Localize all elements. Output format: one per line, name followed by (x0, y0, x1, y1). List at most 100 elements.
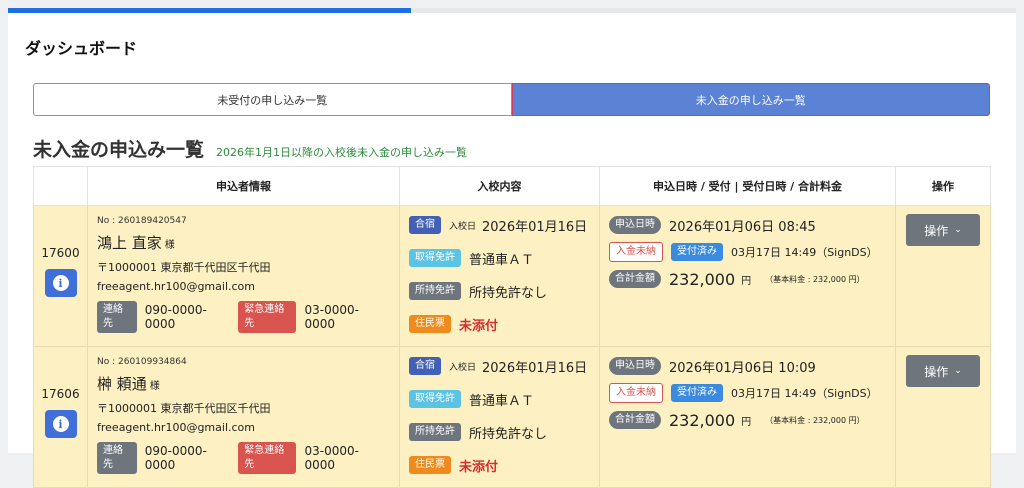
operation-dropdown-button[interactable]: 操作 ⌄ (906, 355, 980, 387)
phone-badge: 連絡先 (97, 442, 137, 474)
total-line: 合計金額 232,000 円 （基本料金 : 232,000 円） (609, 268, 895, 290)
header-applicant: 申込者情報 (87, 166, 400, 206)
section-title: 未入金の申込み一覧 (33, 139, 205, 161)
entry-date-label: 入校日 (449, 221, 477, 232)
applied-line: 申込日時 2026年01月06日 10:09 (609, 355, 895, 377)
applicant-name-line: 榊 頼通様 (97, 373, 391, 394)
header-course: 入校内容 (399, 166, 600, 206)
applied-badge: 申込日時 (609, 357, 661, 375)
honorific: 様 (149, 381, 160, 392)
info-icon: i (52, 275, 69, 291)
table-row: 17606 i No : 260109934864 榊 頼通様 〒1000001… (33, 346, 991, 488)
contact-line: 連絡先 090-0000-0000 緊急連絡先 03-0000-0000 (97, 442, 391, 474)
entry-line: 合宿 入校日 2026年01月16日 (409, 214, 599, 236)
section-subtitle: 2026年1月1日以降の入校後未入金の申し込み一覧 (216, 146, 468, 159)
base-fee: （基本料金 : 232,000 円） (765, 274, 865, 284)
operation-label: 操作 (924, 223, 949, 238)
total-price: 232,000 (669, 410, 736, 430)
table-header-row: 申込者情報 入校内容 申込日時 / 受付 | 受付日時 / 合計料金 操作 (33, 166, 991, 206)
entry-date: 2026年01月16日 (482, 360, 588, 376)
stay-badge: 合宿 (409, 357, 441, 375)
yen-unit: 円 (741, 416, 752, 428)
license-target-line: 取得免許 普通車ＡＴ (409, 388, 599, 410)
emergency-badge: 緊急連絡先 (238, 442, 297, 474)
applicant-name: 鴻上 直家 (97, 234, 162, 252)
applicant-name-line: 鴻上 直家様 (97, 232, 391, 253)
applied-at: 2026年01月06日 10:09 (669, 360, 816, 376)
course-cell: 合宿 入校日 2026年01月16日 取得免許 普通車ＡＴ 所持免許 所持免許な… (399, 205, 600, 347)
yen-unit: 円 (741, 275, 752, 287)
applicant-address: 〒1000001 東京都千代田区千代田 (97, 402, 271, 415)
page-title: ダッシュボード (25, 39, 138, 58)
stay-badge: 合宿 (409, 216, 441, 234)
base-fee: （基本料金 : 232,000 円） (765, 415, 865, 425)
payment-line: 入金未納 受付済み 03月17日 14:49（SignDS） (609, 382, 895, 404)
license-held: 所持免許なし (469, 426, 548, 442)
ops-cell: 操作 ⌄ (895, 205, 991, 347)
applicant-cell: No : 260189420547 鴻上 直家様 〒1000001 東京都千代田… (87, 205, 400, 347)
license-target-line: 取得免許 普通車ＡＴ (409, 247, 599, 269)
phone-number: 090-0000-0000 (144, 444, 207, 472)
entry-line: 合宿 入校日 2026年01月16日 (409, 355, 599, 377)
application-number: No : 260109934864 (97, 357, 187, 367)
ops-cell: 操作 ⌄ (895, 346, 991, 488)
license-held-badge: 所持免許 (409, 423, 461, 441)
license-held-line: 所持免許 所持免許なし (409, 280, 599, 302)
received-at: 03月17日 14:49（SignDS） (731, 246, 878, 259)
application-id: 17600 (41, 246, 80, 260)
residence-status: 未添付 (459, 318, 499, 334)
applied-line: 申込日時 2026年01月06日 08:45 (609, 214, 895, 236)
residence-status: 未添付 (459, 459, 499, 475)
residence-badge: 住民票 (409, 456, 451, 474)
emergency-phone: 03-0000-0000 (304, 444, 359, 472)
application-id: 17606 (41, 387, 80, 401)
application-number: No : 260189420547 (97, 216, 187, 226)
emergency-badge: 緊急連絡先 (238, 301, 297, 333)
applicant-address: 〒1000001 東京都千代田区千代田 (97, 261, 271, 274)
info-icon: i (52, 416, 69, 432)
dates-cell: 申込日時 2026年01月06日 10:09 入金未納 受付済み 03月17日 … (599, 346, 896, 488)
operation-label: 操作 (924, 364, 949, 379)
tab-unpaid[interactable]: 未入金の申し込み一覧 (511, 83, 990, 116)
unpaid-applications-table: 申込者情報 入校内容 申込日時 / 受付 | 受付日時 / 合計料金 操作 17… (33, 166, 991, 488)
unpaid-badge: 入金未納 (609, 242, 663, 262)
residence-line: 住民票 未添付 (409, 313, 599, 335)
contact-line: 連絡先 090-0000-0000 緊急連絡先 03-0000-0000 (97, 301, 391, 333)
residence-line: 住民票 未添付 (409, 454, 599, 476)
received-badge: 受付済み (671, 384, 723, 402)
info-button[interactable]: i (44, 410, 77, 438)
payment-line: 入金未納 受付済み 03月17日 14:49（SignDS） (609, 241, 895, 263)
total-price: 232,000 (669, 269, 736, 289)
info-button[interactable]: i (44, 269, 77, 297)
license-target-badge: 取得免許 (409, 390, 461, 408)
applicant-cell: No : 260109934864 榊 頼通様 〒1000001 東京都千代田区… (87, 346, 400, 488)
course-cell: 合宿 入校日 2026年01月16日 取得免許 普通車ＡＴ 所持免許 所持免許な… (399, 346, 600, 488)
chevron-down-icon: ⌄ (954, 225, 962, 235)
id-cell: 17600 i (33, 205, 88, 347)
section-header: 未入金の申込み一覧 2026年1月1日以降の入校後未入金の申し込み一覧 (33, 135, 467, 162)
entry-date: 2026年01月16日 (482, 219, 588, 235)
license-target: 普通車ＡＴ (469, 393, 535, 409)
received-at: 03月17日 14:49（SignDS） (731, 387, 878, 400)
total-badge: 合計金額 (609, 411, 661, 429)
entry-date-label: 入校日 (449, 362, 477, 373)
tab-unreceived[interactable]: 未受付の申し込み一覧 (33, 83, 512, 116)
id-cell: 17606 i (33, 346, 88, 488)
honorific: 様 (164, 240, 175, 251)
license-held-badge: 所持免許 (409, 282, 461, 300)
applied-at: 2026年01月06日 08:45 (669, 219, 816, 235)
header-id (33, 166, 88, 206)
phone-number: 090-0000-0000 (144, 303, 207, 331)
license-held: 所持免許なし (469, 285, 548, 301)
chevron-down-icon: ⌄ (954, 366, 962, 376)
dates-cell: 申込日時 2026年01月06日 08:45 入金未納 受付済み 03月17日 … (599, 205, 896, 347)
operation-dropdown-button[interactable]: 操作 ⌄ (906, 214, 980, 246)
license-target: 普通車ＡＴ (469, 252, 535, 268)
header-ops: 操作 (895, 166, 991, 206)
total-badge: 合計金額 (609, 270, 661, 288)
received-badge: 受付済み (671, 243, 723, 261)
header-dates: 申込日時 / 受付 | 受付日時 / 合計料金 (599, 166, 896, 206)
phone-badge: 連絡先 (97, 301, 137, 333)
table-row: 17600 i No : 260189420547 鴻上 直家様 〒100000… (33, 205, 991, 347)
total-line: 合計金額 232,000 円 （基本料金 : 232,000 円） (609, 409, 895, 431)
